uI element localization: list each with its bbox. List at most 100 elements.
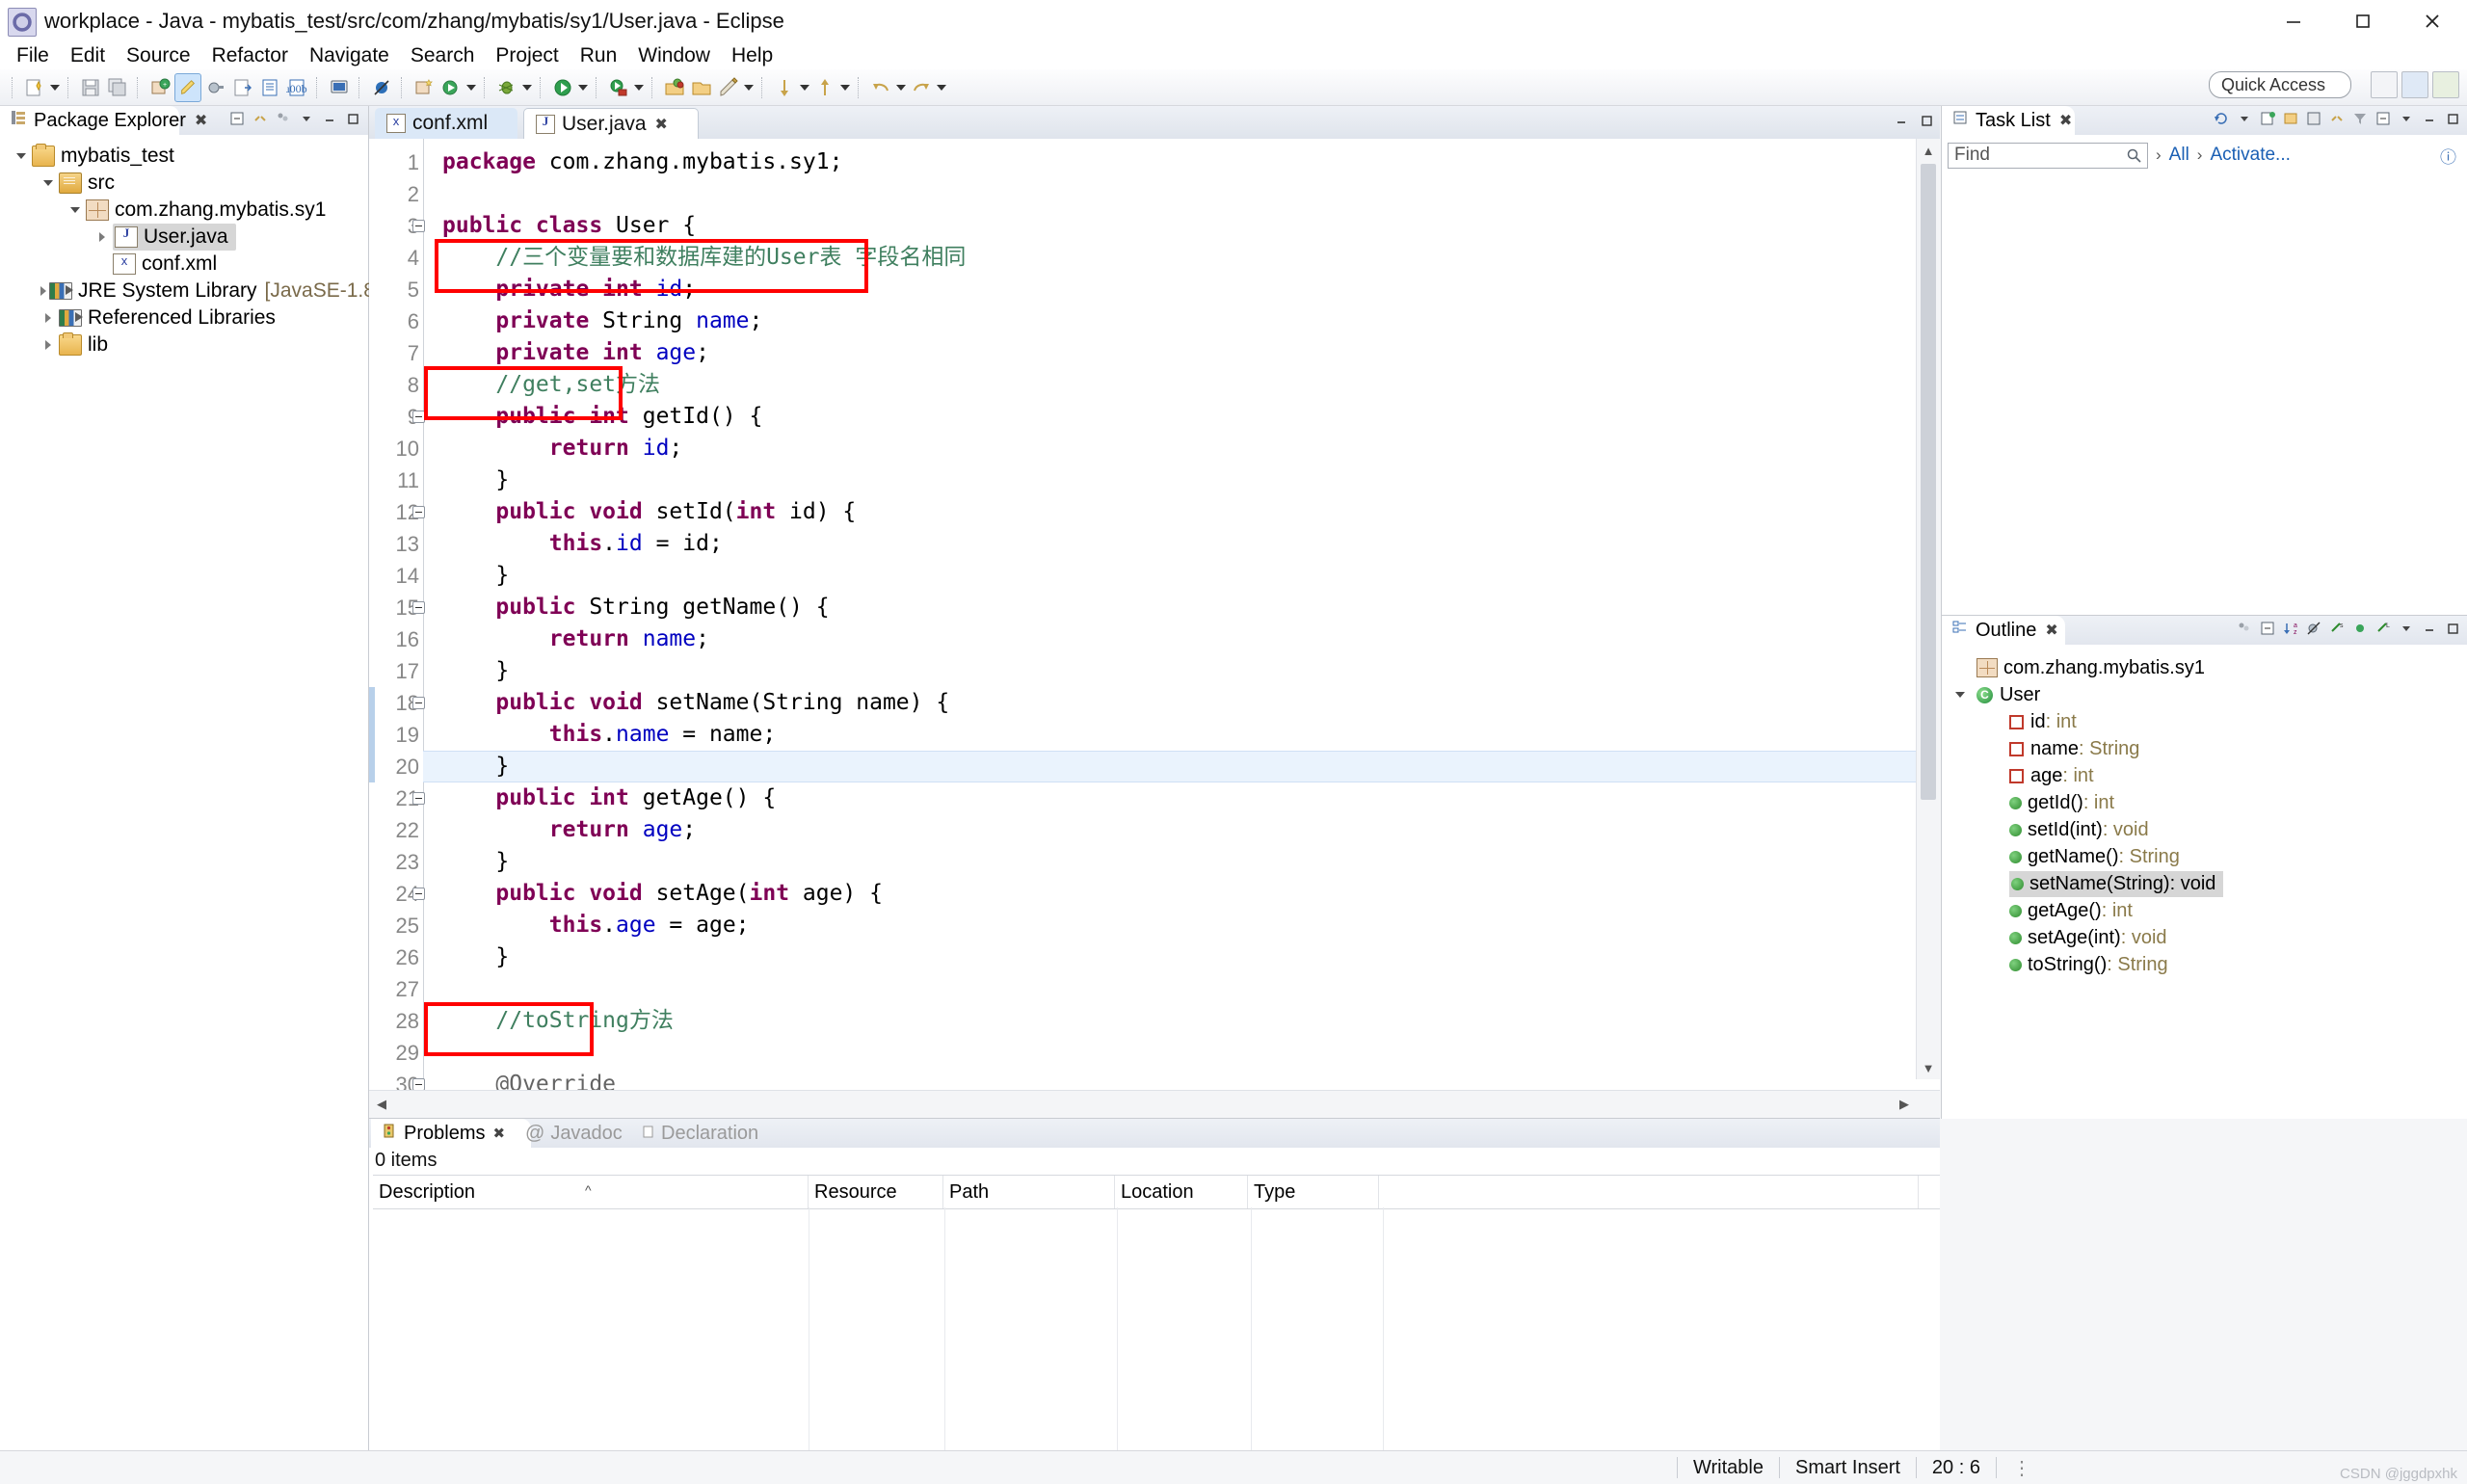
new-task-icon[interactable] [2258, 109, 2277, 128]
code-line[interactable]: 12 public void setId(int id) { [369, 496, 1917, 528]
chevron-right-icon[interactable] [40, 310, 56, 326]
code-line[interactable]: 11 } [369, 464, 1917, 496]
outline-item-age[interactable]: age : int [1942, 762, 2467, 789]
save-all-icon[interactable] [105, 74, 130, 101]
close-icon[interactable]: ✖ [2059, 111, 2072, 130]
code-line[interactable]: 15 public String getName() { [369, 592, 1917, 623]
code-line[interactable]: 14 } [369, 560, 1917, 592]
toggle-mark-occurrences-icon[interactable] [203, 74, 228, 101]
outline-item-tostring[interactable]: toString() : String [1942, 951, 2467, 978]
menu-edit[interactable]: Edit [60, 43, 116, 68]
column-resource[interactable]: Resource [809, 1176, 943, 1208]
close-icon[interactable]: ✖ [492, 1125, 505, 1142]
collapse-all-icon[interactable] [227, 109, 247, 128]
focus-mode-icon[interactable] [2235, 619, 2254, 638]
code-line[interactable]: 29 [369, 1037, 1917, 1069]
hide-static-icon[interactable]: s [2327, 619, 2347, 638]
column-location[interactable]: Location [1115, 1176, 1248, 1208]
close-icon[interactable]: ✖ [2045, 621, 2057, 640]
menu-project[interactable]: Project [485, 43, 569, 68]
chevron-down-icon[interactable] [1955, 692, 1973, 698]
view-menu-icon[interactable] [2397, 109, 2416, 128]
code-line[interactable]: 23 } [369, 846, 1917, 878]
code-line[interactable]: 17 } [369, 655, 1917, 687]
outline-item-getname[interactable]: getName() : String [1942, 843, 2467, 870]
run-dropdown-icon[interactable] [464, 74, 478, 101]
code-line[interactable]: 25 this.age = age; [369, 910, 1917, 941]
open-resource-icon[interactable] [257, 74, 282, 101]
forward-icon[interactable] [909, 74, 934, 101]
editor-tab-user-java[interactable]: User.java ✖ [523, 108, 699, 139]
column-path[interactable]: Path [943, 1176, 1115, 1208]
menu-refactor[interactable]: Refactor [201, 43, 299, 68]
minimize-button[interactable] [2259, 0, 2328, 42]
debug-dropdown-icon[interactable] [520, 74, 534, 101]
open-folder-icon[interactable] [689, 74, 714, 101]
outline-tree[interactable]: com.zhang.mybatis.sy1 C User id : int name :… [1942, 649, 2467, 1119]
close-button[interactable] [2398, 0, 2467, 42]
view-dropdown-icon[interactable] [297, 109, 316, 128]
find-input[interactable]: Find [1948, 142, 2148, 169]
maximize-view-icon[interactable] [343, 109, 362, 128]
view-menu-icon[interactable] [2397, 619, 2416, 638]
new-dropdown-icon[interactable] [48, 74, 62, 101]
chevron-down-icon[interactable] [40, 175, 56, 191]
minimize-view-icon[interactable] [2420, 619, 2439, 638]
help-icon[interactable]: ⓘ [2440, 144, 2456, 168]
chevron-down-icon[interactable] [67, 202, 83, 218]
code-line[interactable]: 5 private int id; [369, 274, 1917, 305]
sort-icon[interactable]: az [2281, 619, 2300, 638]
external-tools-dropdown-icon[interactable] [632, 74, 646, 101]
run-external-tools-icon[interactable] [606, 74, 631, 101]
scroll-right-icon[interactable]: ▶ [1892, 1091, 1917, 1118]
outline-item-id[interactable]: id : int [1942, 708, 2467, 735]
outline-item-com-zhang-mybatis-sy1[interactable]: com.zhang.mybatis.sy1 [1942, 654, 2467, 681]
tree-item-mybatis_test[interactable]: mybatis_test [0, 143, 368, 170]
run-menu-dropdown-icon[interactable] [576, 74, 590, 101]
outline-item-user[interactable]: C User [1942, 681, 2467, 708]
code-line[interactable]: 6 private String name; [369, 305, 1917, 337]
maximize-view-icon[interactable] [2443, 619, 2462, 638]
code-line[interactable]: 19 this.name = name; [369, 719, 1917, 751]
task-filter-all[interactable]: All [2169, 145, 2189, 166]
outline-item-setname-string[interactable]: setName(String) : void [1942, 870, 2467, 897]
tab-problems[interactable]: Problems ✖ [371, 1119, 531, 1148]
tree-item-lib[interactable]: lib [0, 331, 368, 358]
tab-javadoc[interactable]: @ Javadoc [516, 1119, 649, 1148]
new-wizard-icon[interactable] [22, 74, 47, 101]
column-type[interactable]: Type [1248, 1176, 1379, 1208]
code-line[interactable]: 22 return age; [369, 814, 1917, 846]
tab-task-list[interactable]: Task List ✖ [1942, 106, 2075, 135]
minimize-view-icon[interactable] [2420, 109, 2439, 128]
save-icon[interactable] [78, 74, 103, 101]
new-package-icon[interactable]: + [147, 74, 172, 101]
outline-item-setid-int[interactable]: setId(int) : void [1942, 816, 2467, 843]
open-perspective-button[interactable] [2371, 71, 2398, 98]
hide-fields-icon[interactable] [2304, 619, 2323, 638]
link-with-editor-icon[interactable] [251, 109, 270, 128]
outline-item-getid[interactable]: getId() : int [1942, 789, 2467, 816]
paragraph-icon[interactable]: \u00b6 [284, 74, 309, 101]
collapse-all-icon[interactable] [2258, 619, 2277, 638]
fold-toggle-icon[interactable] [411, 496, 425, 528]
tree-item-user-java[interactable]: User.java [0, 224, 368, 251]
synchronize-icon[interactable] [2212, 109, 2231, 128]
run-icon[interactable] [550, 74, 575, 101]
next-annotation-icon[interactable] [772, 74, 797, 101]
task-dropdown-icon[interactable] [2235, 109, 2254, 128]
open-perspective-icon[interactable] [662, 74, 687, 101]
code-line[interactable]: 21 public int getAge() { [369, 782, 1917, 814]
next-annotation-dropdown-icon[interactable] [798, 74, 811, 101]
column-description[interactable]: Description ^ [373, 1176, 809, 1208]
menu-search[interactable]: Search [400, 43, 486, 68]
minimize-editor-icon[interactable] [1892, 111, 1911, 130]
code-line[interactable]: 13 this.id = id; [369, 528, 1917, 560]
code-lines[interactable]: 1 package com.zhang.mybatis.sy1; 2 3 public … [369, 146, 1917, 1097]
code-line[interactable]: 16 return name; [369, 623, 1917, 655]
java-ee-perspective-button[interactable] [2432, 71, 2459, 98]
tree-item-referenced-libraries[interactable]: Referenced Libraries [0, 305, 368, 331]
highlight-pen-icon[interactable] [174, 72, 201, 102]
editor-tab-conf-xml[interactable]: conf.xml [375, 108, 517, 139]
fold-toggle-icon[interactable] [411, 401, 425, 433]
chevron-right-icon[interactable] [94, 229, 110, 245]
